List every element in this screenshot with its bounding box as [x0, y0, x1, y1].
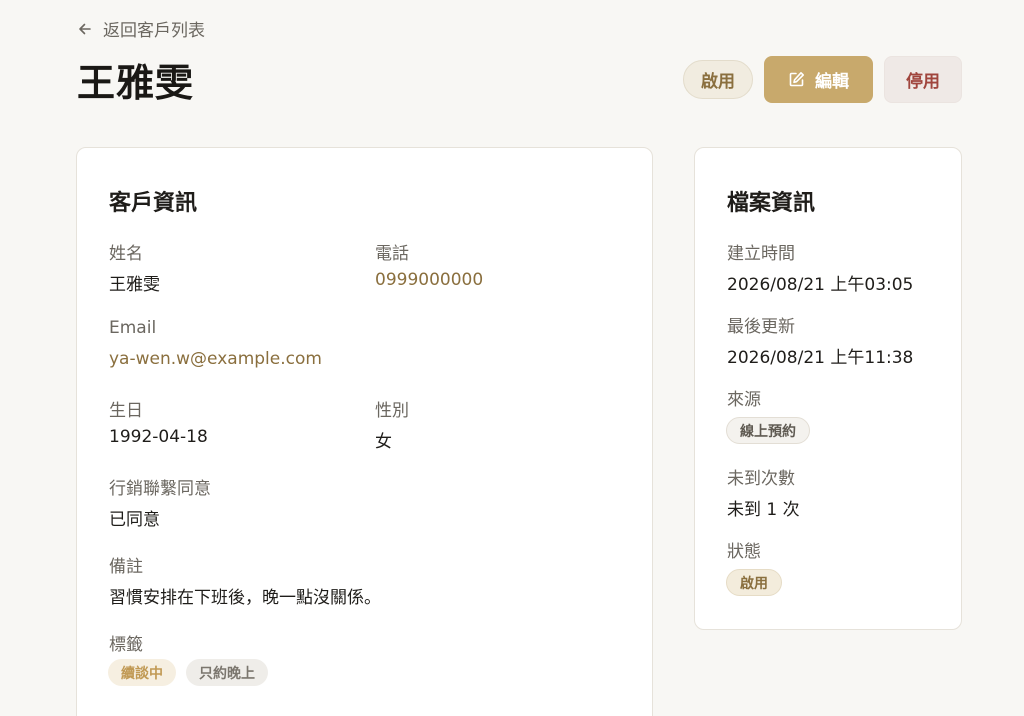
- disable-button[interactable]: 停用: [884, 56, 962, 103]
- marketing-consent-label: 行銷聯繫同意: [109, 479, 211, 499]
- edit-button-label: 編輯: [815, 72, 849, 92]
- tag-chip: 只約晚上: [186, 659, 268, 686]
- record-info-title: 檔案資訊: [727, 191, 816, 216]
- back-to-customer-list-link[interactable]: 返回客戶列表: [77, 16, 205, 41]
- customer-info-title: 客戶資訊: [109, 191, 198, 216]
- phone-label: 電話: [375, 244, 409, 264]
- gender-label: 性別: [375, 401, 409, 421]
- status-label: 狀態: [727, 542, 761, 562]
- source-badge: 線上預約: [726, 417, 810, 444]
- birthday-value: 1992-04-18: [109, 427, 208, 447]
- email-link[interactable]: ya-wen.w@example.com: [109, 349, 322, 369]
- no-show-count-label: 未到次數: [727, 469, 795, 489]
- note-label: 備註: [109, 557, 143, 577]
- action-bar: 啟用 編輯 停用: [683, 56, 962, 103]
- edit-icon: [789, 72, 804, 87]
- birthday-label: 生日: [109, 401, 143, 421]
- updated-at-value: 2026/08/21 上午11:38: [727, 348, 914, 368]
- source-label: 來源: [727, 390, 761, 410]
- marketing-consent-value: 已同意: [109, 510, 160, 530]
- updated-at-label: 最後更新: [727, 317, 795, 337]
- record-info-card: 檔案資訊 建立時間 2026/08/21 上午03:05 最後更新 2026/0…: [694, 147, 962, 630]
- email-label: Email: [109, 318, 157, 338]
- name-value: 王雅雯: [109, 275, 160, 295]
- no-show-count-value: 未到 1 次: [727, 500, 800, 520]
- tags-label: 標籤: [109, 635, 143, 655]
- arrow-left-icon: [79, 23, 91, 34]
- customer-info-card: 客戶資訊 姓名 王雅雯 電話 0999000000 Email ya-wen.w…: [76, 147, 653, 716]
- gender-value: 女: [375, 432, 392, 452]
- phone-link[interactable]: 0999000000: [375, 270, 483, 290]
- page-title: 王雅雯: [77, 61, 195, 105]
- tag-chip: 續談中: [108, 659, 176, 686]
- name-label: 姓名: [109, 244, 143, 264]
- edit-button[interactable]: 編輯: [764, 56, 873, 103]
- created-at-label: 建立時間: [727, 244, 795, 264]
- customer-detail-page: 返回客戶列表 王雅雯 啟用 編輯 停用 客戶資訊 姓名 王雅雯 電話 09990…: [0, 0, 1024, 716]
- enable-button[interactable]: 啟用: [683, 60, 753, 99]
- status-badge: 啟用: [726, 569, 782, 596]
- created-at-value: 2026/08/21 上午03:05: [727, 275, 914, 295]
- back-link-label: 返回客戶列表: [103, 21, 205, 41]
- note-value: 習慣安排在下班後，晚一點沒關係。: [109, 588, 381, 608]
